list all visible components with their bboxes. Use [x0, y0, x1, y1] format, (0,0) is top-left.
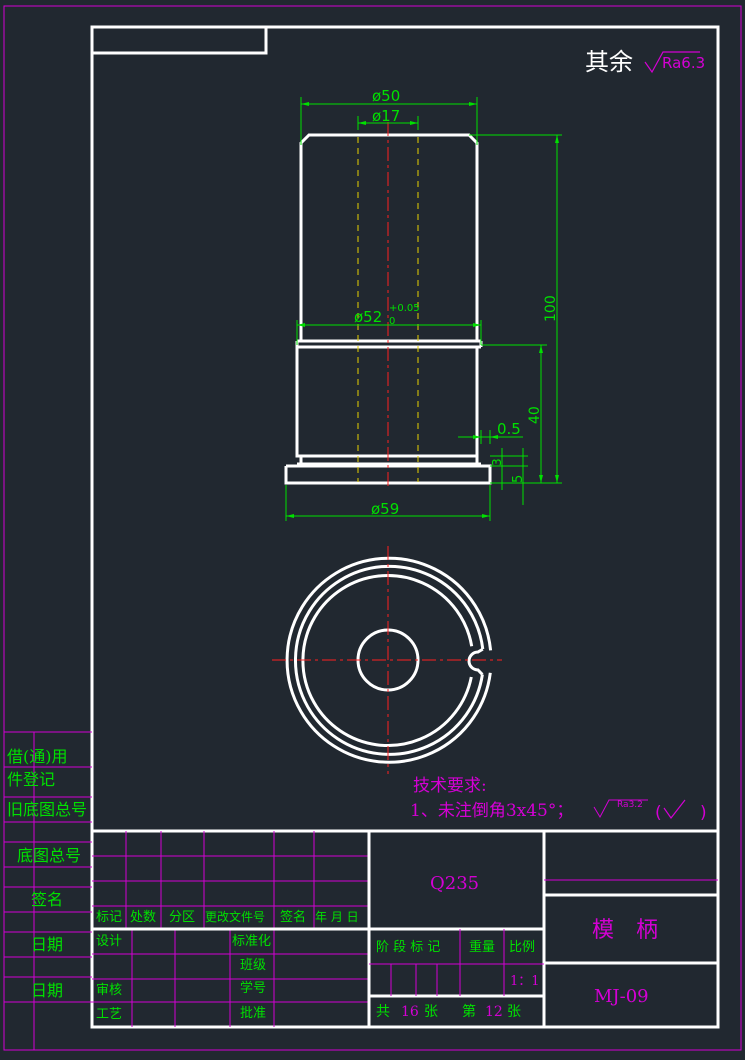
tb-stage-mark: 阶 段 标 记 [376, 940, 440, 955]
side-row6: 日期 [31, 935, 63, 954]
technical-notes: 技术要求: 1、未注倒角3x45°； Ra3.2 ( ) [410, 776, 707, 823]
dimension-texts: ø50 ø17 ø52 0 +0.05 100 40 0.5 3 5 ø59 [354, 87, 559, 518]
notes-ra: Ra3.2 [617, 800, 643, 810]
tb-sheet: 12 [485, 1004, 503, 1020]
drawing-sheet: 其余 Ra6.3 ø50 ø17 ø52 0 +0.05 100 40 0.5 … [3, 5, 742, 1051]
roughness-value: Ra6.3 [662, 54, 705, 72]
dim-3: 3 [490, 458, 504, 466]
tb-approve: 批准 [240, 1006, 266, 1021]
side-row2: 件登记 [7, 770, 55, 789]
dim-d52: ø52 [354, 308, 382, 326]
side-row5: 签名 [31, 890, 63, 909]
side-column-texts: 借(通)用 件登记 旧底图总号 底图总号 签名 日期 日期 [7, 747, 87, 1000]
notes-title: 技术要求: [413, 776, 487, 796]
tb-design: 设计 [96, 934, 122, 949]
tb-process: 工艺 [96, 1007, 122, 1022]
sheet-count: 共 16 张 第 12 张 [376, 1003, 521, 1020]
tb-sheet-unit: 张 [507, 1004, 521, 1020]
outer-border [3, 5, 742, 1051]
dim-d59: ø59 [371, 500, 399, 518]
dim-len100: 100 [543, 295, 559, 322]
notes-line1: 1、未注倒角3x45°； [410, 801, 573, 821]
side-row3: 旧底图总号 [7, 800, 87, 819]
roughness-symbol: 其余 Ra6.3 [585, 48, 705, 76]
tb-drawing-no: MJ-09 [594, 986, 649, 1007]
roughness-label: 其余 [585, 48, 633, 76]
side-row7: 日期 [31, 981, 63, 1000]
tb-class: 班级 [240, 958, 266, 973]
hdr-3: 更改文件号 [205, 909, 265, 924]
tb-total: 16 [401, 1004, 419, 1020]
dim-d50: ø50 [372, 87, 400, 105]
main-frame [90, 25, 720, 1029]
dim-len40: 40 [527, 406, 543, 424]
dim-d52-tol: +0.05 [389, 303, 420, 314]
tb-part-name: 模 柄 [592, 918, 658, 943]
dim-d17: ø17 [372, 107, 400, 125]
hdr-4: 签名 [280, 909, 306, 925]
tb-sheet-prefix: 第 [462, 1003, 476, 1020]
tb-total-unit: 张 [424, 1004, 438, 1020]
side-row1: 借(通)用 [7, 747, 68, 766]
side-row4: 底图总号 [17, 846, 81, 865]
tb-standardize: 标准化 [232, 934, 271, 949]
tb-scale: 1：1 [510, 974, 540, 989]
tb-scale-label: 比例 [509, 940, 535, 955]
dim-d52-sub: 0 [389, 316, 395, 327]
hdr-0: 标记 [96, 910, 122, 925]
tb-student-no: 学号 [240, 980, 266, 996]
tb-weight: 重量 [469, 939, 495, 955]
tb-material: Q235 [430, 873, 479, 894]
dim-0-5: 0.5 [497, 420, 521, 438]
notes-paren-close: ) [700, 803, 707, 823]
notes-paren-open: ( [655, 803, 662, 823]
tb-total-prefix: 共 [376, 1004, 390, 1020]
tb-review: 审核 [96, 983, 122, 998]
hdr-1: 处数 [130, 910, 156, 925]
dim-5: 5 [511, 475, 526, 483]
centerline-top [272, 546, 502, 774]
hdr-5: 年 月 日 [315, 910, 359, 924]
hdr-2: 分区 [169, 910, 195, 925]
